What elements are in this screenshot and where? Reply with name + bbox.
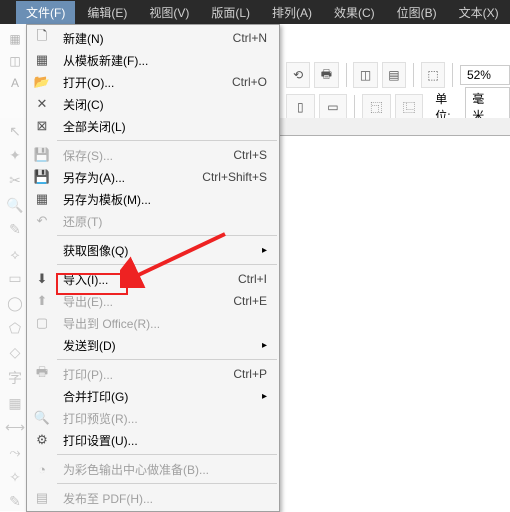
tool-rect[interactable]: ▭	[3, 270, 27, 289]
separator	[57, 483, 277, 484]
pages-btn-1[interactable]: ⿹	[362, 94, 391, 120]
tool-zoom[interactable]: 🔍	[3, 196, 27, 215]
menu-item-send-to[interactable]: 发送到(D) ▸	[27, 334, 279, 356]
tb-btn-5[interactable]: ⬚	[421, 62, 445, 88]
tool-shape[interactable]: ✦	[3, 147, 27, 166]
open-icon: 📂	[31, 73, 53, 91]
save-icon: 💾	[31, 146, 53, 164]
menu-item-publish-pdf[interactable]: ▤ 发布至 PDF(H)...	[27, 487, 279, 509]
export-icon: ⬆	[31, 292, 53, 310]
merge-print-icon	[31, 387, 53, 405]
revert-icon: ↶	[31, 212, 53, 230]
file-menu-dropdown: 🗋 新建(N) Ctrl+N ▦ 从模板新建(F)... 📂 打开(O)... …	[26, 24, 280, 512]
tool-polygon[interactable]: ⬠	[3, 319, 27, 338]
acquire-icon	[31, 241, 53, 259]
separator	[57, 140, 277, 141]
separator	[57, 264, 277, 265]
tool-ellipse[interactable]: ◯	[3, 294, 27, 313]
print-setup-icon: ⚙	[31, 431, 53, 449]
submenu-arrow-icon: ▸	[262, 391, 271, 402]
separator	[452, 63, 453, 87]
tool-crop[interactable]: ✂	[3, 171, 27, 190]
menu-item-close-all[interactable]: ⊠ 全部关闭(L)	[27, 115, 279, 137]
color-icon: ◔	[31, 460, 53, 478]
template-icon: ▦	[31, 51, 53, 69]
menu-item-print-preview[interactable]: 🔍 打印预览(R)...	[27, 407, 279, 429]
zoom-input[interactable]: 52%	[460, 65, 510, 85]
preview-icon: 🔍	[31, 409, 53, 427]
pdf-icon: ▤	[31, 489, 53, 507]
menu-item-export[interactable]: ⬆ 导出(E)... Ctrl+E	[27, 290, 279, 312]
tool-text[interactable]: 字	[3, 368, 27, 388]
menu-item-new-template[interactable]: ▦ 从模板新建(F)...	[27, 49, 279, 71]
close-all-icon: ⊠	[31, 117, 53, 135]
tool-basic[interactable]: ◇	[3, 343, 27, 362]
tool-effects[interactable]: ✧	[3, 468, 27, 487]
tb-btn-3[interactable]: ◫	[353, 62, 377, 88]
menu-item-export-office[interactable]: ▢ 导出到 Office(R)...	[27, 312, 279, 334]
tool-pick[interactable]: ↖	[3, 122, 27, 141]
tool-dimension[interactable]: ⟷	[3, 419, 27, 438]
tool-table[interactable]: ▦	[3, 394, 27, 413]
menu-item-open[interactable]: 📂 打开(O)... Ctrl+O	[27, 71, 279, 93]
menu-item-save-as[interactable]: 💾 另存为(A)... Ctrl+Shift+S	[27, 166, 279, 188]
menu-layout[interactable]: 版面(L)	[201, 1, 260, 24]
separator	[57, 235, 277, 236]
menu-file[interactable]: 文件(F)	[16, 1, 75, 24]
export-office-icon: ▢	[31, 314, 53, 332]
separator	[57, 454, 277, 455]
separator	[346, 63, 347, 87]
tool-eyedrop[interactable]: ✎	[3, 492, 27, 511]
orient-portrait[interactable]: ▯	[286, 94, 315, 120]
tb-btn-1[interactable]: ⟲	[286, 62, 310, 88]
menu-item-merge-print[interactable]: 合并打印(G) ▸	[27, 385, 279, 407]
orient-landscape[interactable]: ▭	[319, 94, 348, 120]
menu-item-print[interactable]: 🖶 打印(P)... Ctrl+P	[27, 363, 279, 385]
submenu-arrow-icon: ▸	[262, 245, 271, 256]
tb-btn-2[interactable]: 🖶	[314, 62, 338, 88]
menu-item-close[interactable]: ✕ 关闭(C)	[27, 93, 279, 115]
import-icon: ⬇	[31, 270, 53, 288]
menu-arrange[interactable]: 排列(A)	[262, 1, 322, 24]
save-tpl-icon: ▦	[31, 190, 53, 208]
tool-freehand[interactable]: ✎	[3, 220, 27, 239]
menu-text[interactable]: 文本(X)	[449, 1, 509, 24]
tb-btn-4[interactable]: ▤	[382, 62, 406, 88]
separator	[413, 63, 414, 87]
menu-edit[interactable]: 编辑(E)	[77, 1, 137, 24]
send-icon	[31, 336, 53, 354]
menu-item-save[interactable]: 💾 保存(S)... Ctrl+S	[27, 144, 279, 166]
menu-item-import[interactable]: ⬇ 导入(I)... Ctrl+I	[27, 268, 279, 290]
menu-item-acquire-image[interactable]: 获取图像(Q) ▸	[27, 239, 279, 261]
tool-smart[interactable]: ⟡	[3, 245, 27, 264]
separator	[354, 95, 355, 119]
menu-item-save-template[interactable]: ▦ 另存为模板(M)...	[27, 188, 279, 210]
menu-item-color-output[interactable]: ◔ 为彩色输出中心做准备(B)...	[27, 458, 279, 480]
separator	[57, 359, 277, 360]
new-icon: 🗋	[31, 29, 53, 47]
submenu-arrow-icon: ▸	[262, 340, 271, 351]
menu-effects[interactable]: 效果(C)	[324, 1, 385, 24]
menubar: 文件(F) 编辑(E) 视图(V) 版面(L) 排列(A) 效果(C) 位图(B…	[0, 0, 510, 24]
a-icon: A	[11, 76, 19, 90]
print-icon: 🖶	[31, 365, 53, 383]
menu-view[interactable]: 视图(V)	[139, 1, 199, 24]
menu-bitmap[interactable]: 位图(B)	[387, 1, 447, 24]
menu-item-revert[interactable]: ↶ 还原(T)	[27, 210, 279, 232]
close-icon: ✕	[31, 95, 53, 113]
menu-item-print-setup[interactable]: ⚙ 打印设置(U)...	[27, 429, 279, 451]
doc-icon: ◫	[9, 54, 20, 68]
app-icon: ▦	[9, 32, 20, 46]
tool-connector[interactable]: ⤳	[3, 443, 27, 462]
menu-item-new[interactable]: 🗋 新建(N) Ctrl+N	[27, 27, 279, 49]
pages-btn-2[interactable]: ⿺	[395, 94, 424, 120]
save-as-icon: 💾	[31, 168, 53, 186]
